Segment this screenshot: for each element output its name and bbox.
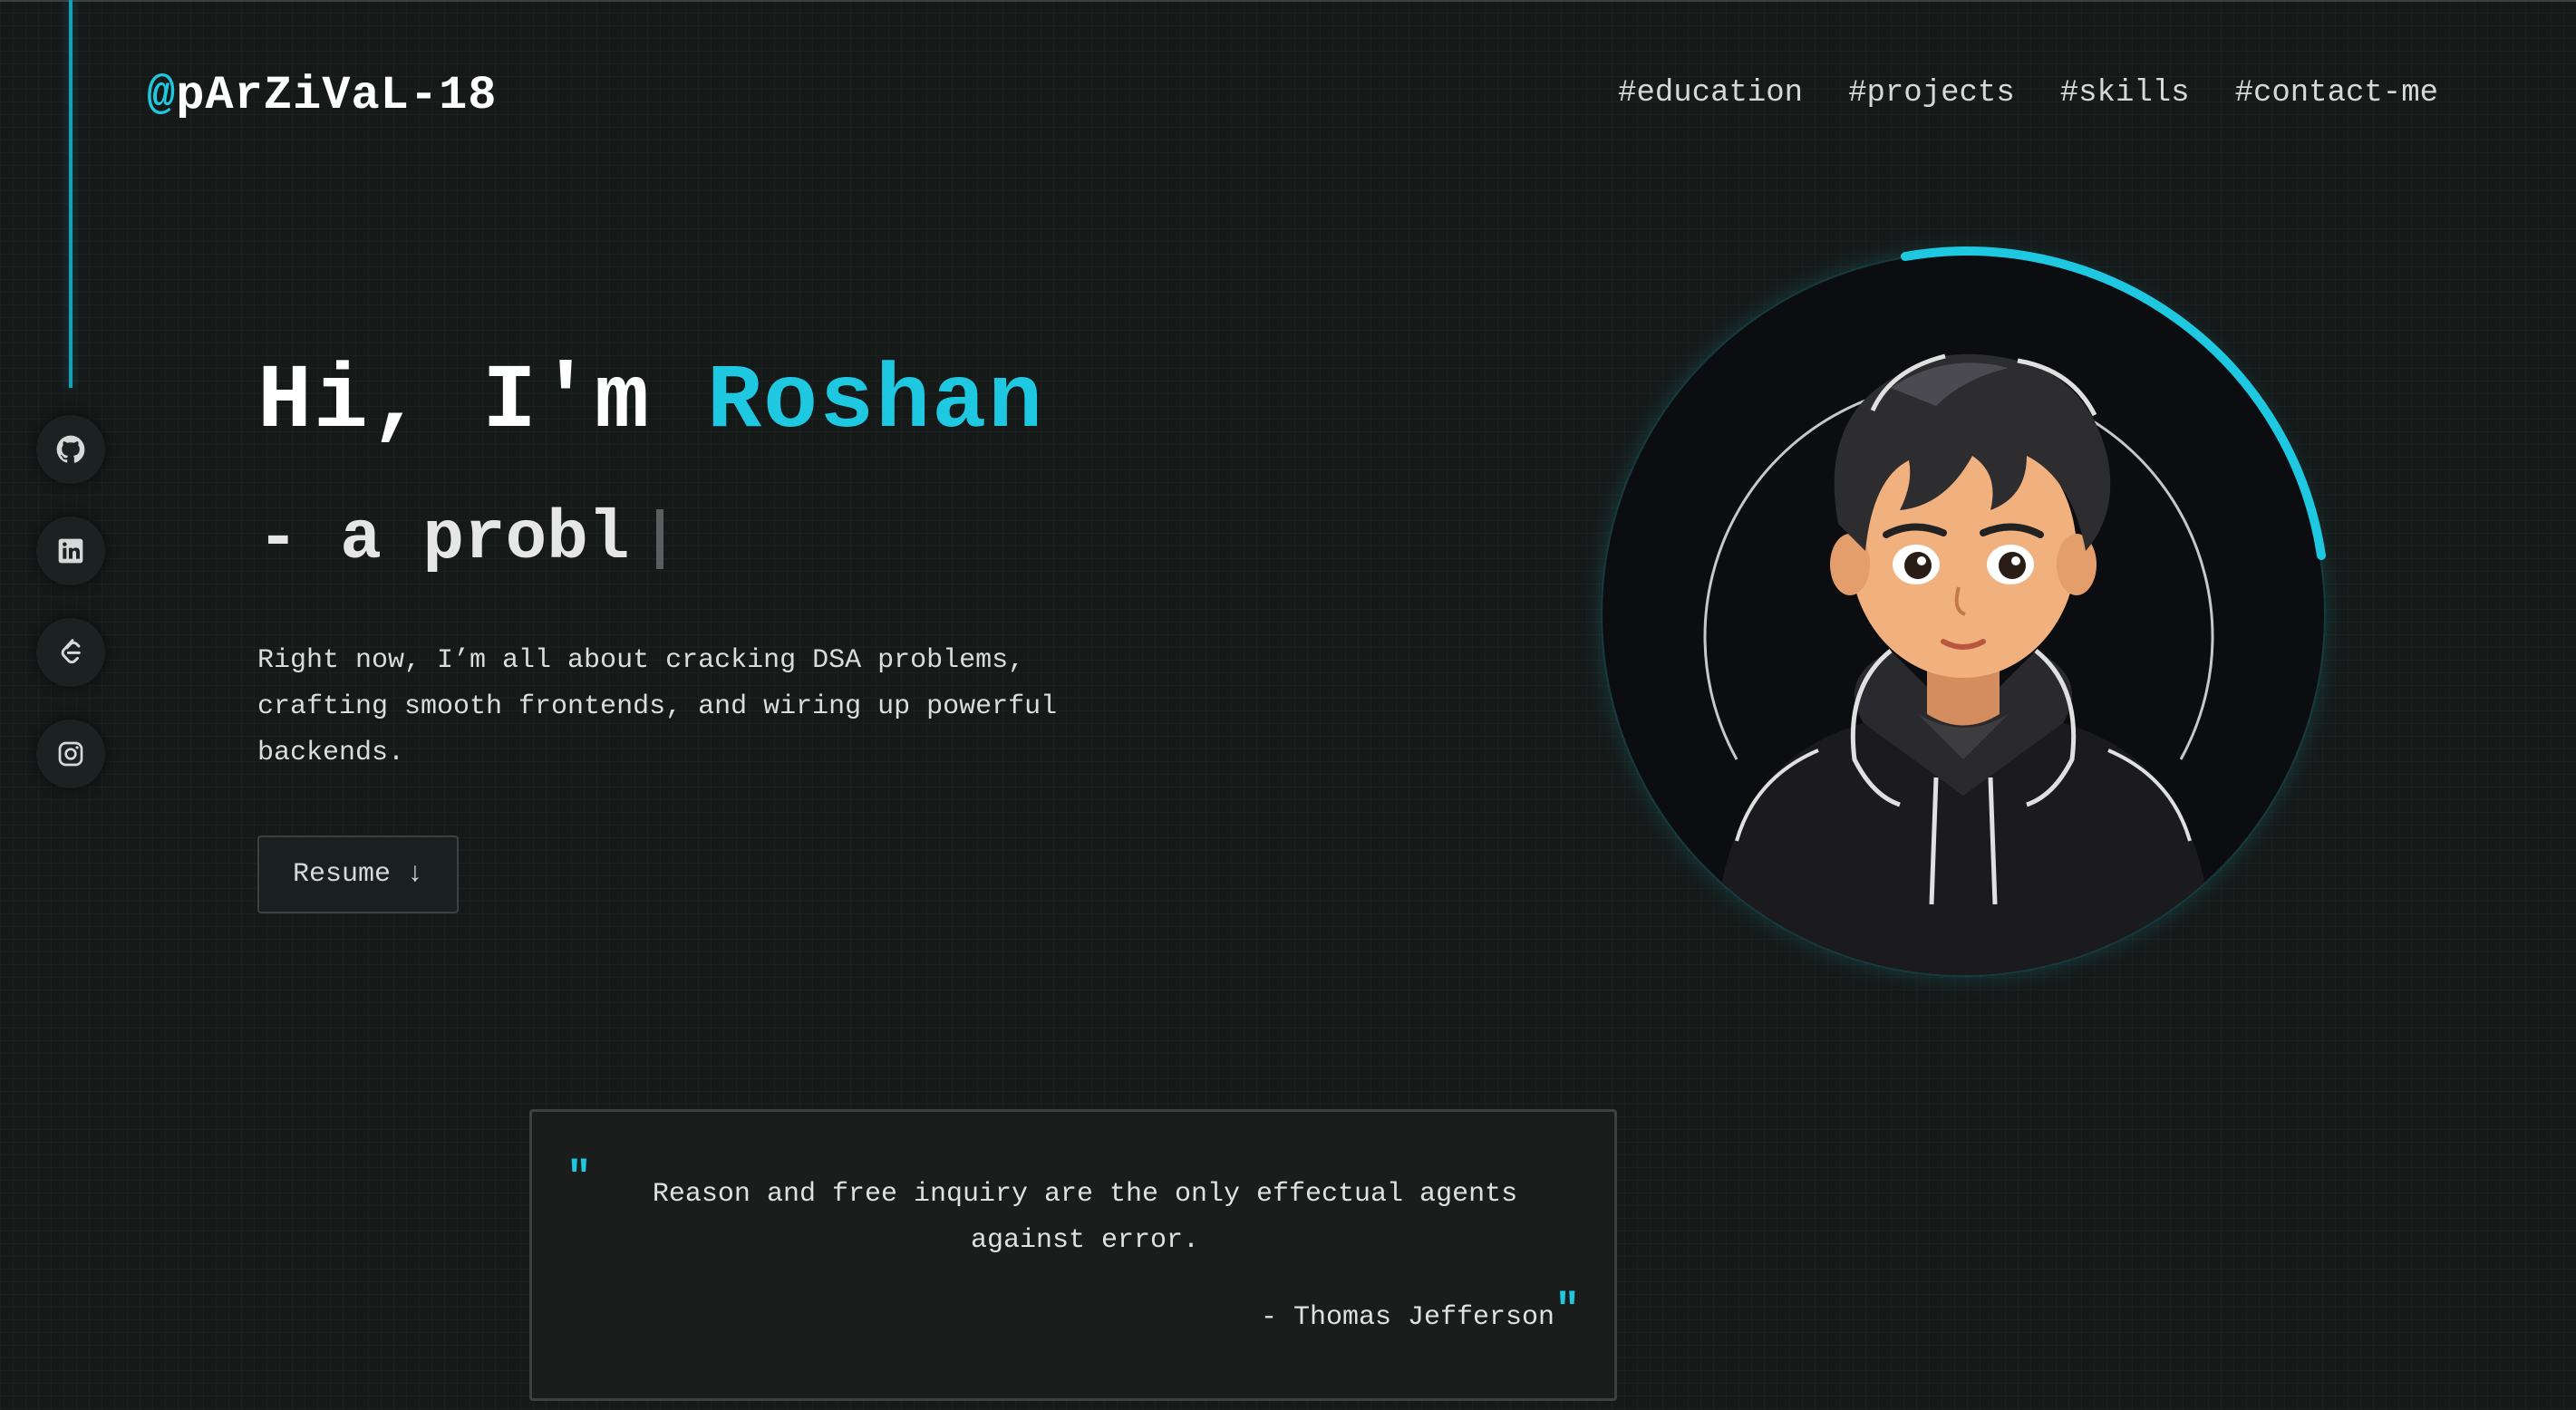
instagram-icon — [58, 741, 83, 767]
hero-description: Right now, I’m all about cracking DSA pr… — [257, 645, 1058, 768]
resume-button[interactable]: Resume ↓ — [257, 835, 459, 913]
hero-name: Roshan — [707, 352, 1045, 454]
quote-open-mark: " — [567, 1154, 592, 1202]
typed-text: - a probl — [257, 500, 630, 578]
quote-card: " Reason and free inquiry are the only e… — [529, 1109, 1617, 1401]
main-nav: #education #projects #skills #contact-me — [1618, 76, 2438, 111]
hero-greeting: Hi, I'm — [257, 352, 708, 454]
avatar-illustration — [1601, 246, 2326, 977]
sidebar-accent-line — [69, 0, 73, 388]
quote-close-mark: " — [1554, 1287, 1580, 1334]
top-border — [0, 0, 2576, 2]
nav-skills[interactable]: #skills — [2060, 76, 2190, 111]
social-links — [36, 415, 105, 821]
quote-author: - Thomas Jefferson — [1260, 1302, 1554, 1333]
nav-education[interactable]: #education — [1618, 76, 1803, 111]
instagram-link[interactable] — [36, 719, 105, 788]
hero-typing-text: - a probl — [257, 500, 664, 578]
site-logo[interactable]: @pArZiVaL-18 — [147, 69, 497, 122]
github-icon — [56, 435, 85, 463]
github-link[interactable] — [36, 415, 105, 484]
download-arrow-icon: ↓ — [407, 859, 424, 890]
hero-title: Hi, I'm Roshan — [257, 352, 1044, 454]
logo-at-sign: @ — [147, 69, 177, 122]
nav-contact-me[interactable]: #contact-me — [2235, 76, 2438, 111]
leetcode-icon — [61, 639, 81, 664]
nav-projects[interactable]: #projects — [1848, 76, 2015, 111]
logo-name: pArZiVaL-18 — [176, 69, 498, 122]
linkedin-icon — [58, 538, 83, 564]
linkedin-link[interactable] — [36, 517, 105, 585]
resume-label: Resume — [292, 859, 391, 890]
typing-caret — [656, 509, 664, 569]
leetcode-link[interactable] — [36, 618, 105, 687]
quote-text: Reason and free inquiry are the only eff… — [652, 1179, 1518, 1256]
avatar — [1601, 246, 2326, 977]
